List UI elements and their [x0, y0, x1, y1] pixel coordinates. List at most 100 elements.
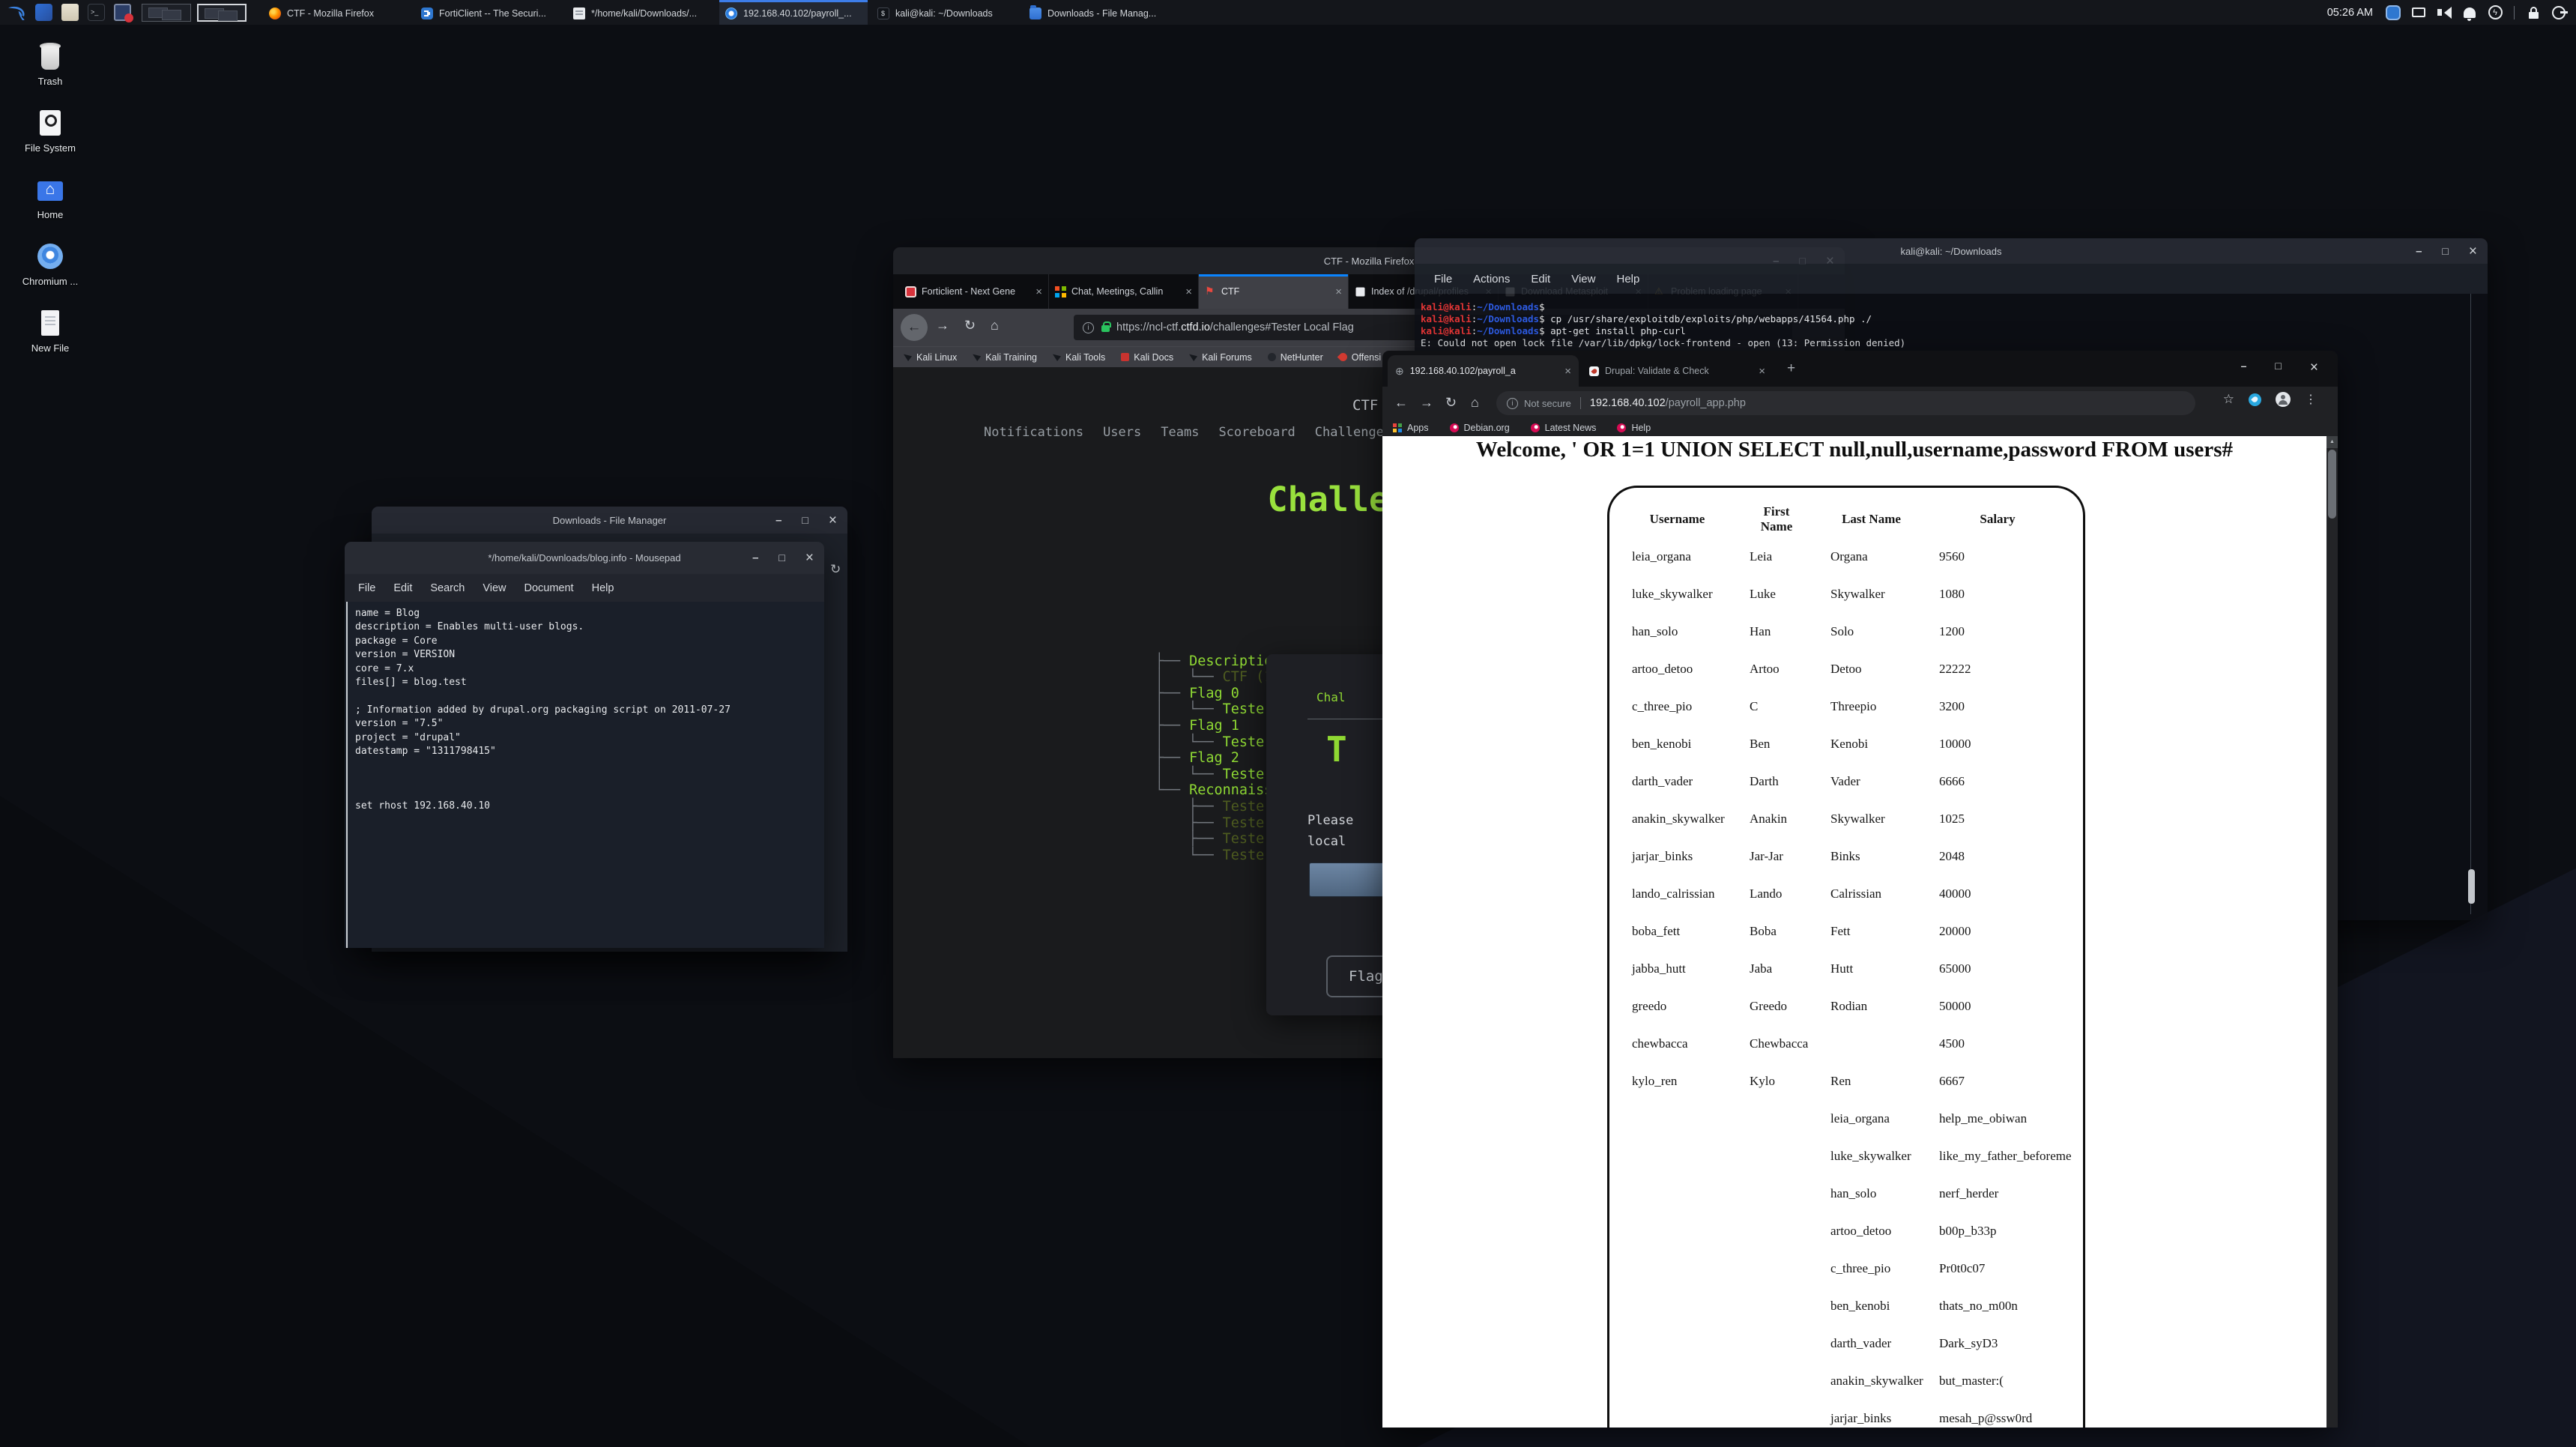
minimize-icon[interactable] [2241, 360, 2247, 376]
taskbar-window-button[interactable]: */home/kali/Downloads/... [567, 0, 716, 25]
app-grid-icon[interactable] [35, 4, 52, 21]
bookmark-item[interactable]: Kali Forums [1189, 352, 1252, 363]
workspace-preview-current[interactable] [197, 4, 247, 22]
taskbar-window-button[interactable]: Downloads - File Manag... [1024, 0, 1172, 25]
minimize-icon[interactable] [775, 515, 781, 526]
browser-tab[interactable]: Forticlient - Next Gene [899, 274, 1049, 309]
bookmark-star-icon[interactable] [2223, 392, 2234, 407]
bookmark-item[interactable]: Kali Docs [1121, 352, 1173, 363]
lock-screen-icon[interactable] [2524, 3, 2543, 22]
mousepad-titlebar[interactable]: */home/kali/Downloads/blog.info - Mousep… [345, 542, 824, 574]
forticlient-tray-icon[interactable] [2383, 3, 2403, 22]
minimize-icon[interactable] [752, 552, 758, 564]
power-manager-icon[interactable] [2485, 3, 2505, 22]
minimize-icon[interactable] [2416, 246, 2422, 257]
close-icon[interactable] [2469, 244, 2477, 259]
desktop-icon[interactable]: Trash [9, 42, 91, 87]
maximize-icon[interactable] [802, 515, 808, 526]
menu-item[interactable]: Actions [1473, 273, 1510, 286]
taskbar-window-button[interactable]: 192.168.40.102/payroll_... [719, 0, 868, 25]
reload-button[interactable] [1445, 395, 1457, 411]
menu-item[interactable]: File [358, 582, 375, 594]
menu-item[interactable]: Document [524, 582, 574, 594]
challenge-tree-item[interactable]: ├──Description [1055, 637, 1424, 653]
browser-tab[interactable]: CTF [1199, 274, 1349, 309]
menu-item[interactable]: Help [592, 582, 614, 594]
page-scrollbar-track[interactable] [2326, 436, 2338, 1428]
bookmark-item[interactable]: Kali Training [973, 352, 1037, 363]
desktop-icon[interactable]: Home [9, 175, 91, 220]
desktop-icon[interactable]: File System [9, 109, 91, 154]
menu-item[interactable]: View [483, 582, 506, 594]
menu-item[interactable]: Edit [393, 582, 412, 594]
site-brand[interactable]: CTF [1352, 397, 1378, 414]
taskbar-window-button[interactable]: FortiClient -- The Securi... [415, 0, 563, 25]
browser-tab[interactable]: Chat, Meetings, Callin [1049, 274, 1199, 309]
page-info-icon[interactable] [1507, 398, 1518, 409]
kali-menu-icon[interactable] [7, 2, 28, 22]
workspace-preview[interactable] [142, 4, 191, 22]
site-nav-link[interactable]: Scoreboard [1218, 425, 1295, 440]
file-manager-titlebar[interactable]: Downloads - File Manager [372, 507, 847, 534]
maximize-icon[interactable] [2442, 246, 2448, 257]
page-scrollbar-thumb[interactable] [2328, 450, 2336, 519]
bookmark-item[interactable]: NetHunter [1268, 352, 1323, 363]
back-button[interactable] [1394, 395, 1408, 411]
page-info-icon[interactable] [1083, 322, 1094, 333]
bookmark-item[interactable]: Help [1617, 423, 1651, 433]
home-button[interactable] [1471, 395, 1479, 411]
new-tab-icon[interactable] [1787, 360, 1795, 377]
desktop-icon[interactable]: Chromium ... [9, 242, 91, 287]
browser-menu-icon[interactable] [2305, 392, 2317, 407]
tab-close-icon[interactable] [1564, 365, 1571, 378]
display-icon[interactable] [2409, 3, 2428, 22]
text-editor-area[interactable]: name = Blogdescription = Enables multi-u… [345, 602, 824, 948]
challenge-label[interactable]: Flag 0 [1189, 686, 1239, 701]
bookmark-item[interactable]: Latest News [1531, 423, 1597, 433]
bookmark-item[interactable]: Debian.org [1450, 423, 1510, 433]
profile-avatar-icon[interactable] [2276, 392, 2291, 407]
menu-item[interactable]: Edit [1531, 273, 1550, 286]
close-icon[interactable] [805, 551, 814, 565]
close-icon[interactable] [2310, 360, 2318, 376]
modal-challenge-tab[interactable]: Chal [1316, 690, 1346, 704]
browser-tab[interactable]: 192.168.40.102/payroll_a [1388, 355, 1579, 387]
back-button[interactable] [901, 314, 928, 341]
forward-button[interactable] [1420, 395, 1433, 411]
forward-button[interactable] [936, 318, 949, 333]
terminal-scrollbar-thumb[interactable] [2468, 869, 2475, 904]
bookmark-item[interactable]: Apps [1393, 423, 1429, 433]
browser-tab[interactable]: Drupal: Validate & Check [1582, 355, 1773, 387]
taskbar-window-button[interactable]: kali@kali: ~/Downloads [871, 0, 1020, 25]
folder-launcher-icon[interactable] [61, 4, 79, 21]
site-nav-link[interactable]: Challenges [1315, 425, 1391, 440]
taskbar-window-button[interactable]: CTF - Mozilla Firefox [263, 0, 411, 25]
site-nav-link[interactable]: Users [1103, 425, 1141, 440]
display-launcher-icon[interactable] [114, 4, 131, 21]
close-icon[interactable] [829, 513, 837, 528]
scroll-up-icon[interactable] [2326, 436, 2338, 448]
volume-icon[interactable] [2434, 3, 2454, 22]
menu-item[interactable]: Help [1616, 273, 1639, 286]
reload-button[interactable] [964, 318, 976, 333]
site-nav-link[interactable]: Teams [1161, 425, 1199, 440]
terminal-scrollbar-track[interactable] [2470, 294, 2471, 914]
site-nav-link[interactable]: Notifications [984, 425, 1083, 440]
menu-item[interactable]: File [1434, 273, 1452, 286]
terminal-launcher-icon[interactable] [88, 4, 105, 21]
tab-close-icon[interactable] [1185, 286, 1192, 298]
drupal-extension-icon[interactable] [2249, 393, 2261, 406]
challenge-label[interactable]: Flag 1 [1189, 718, 1239, 734]
challenge-label[interactable]: Flag 2 [1189, 750, 1239, 766]
home-button[interactable] [991, 318, 999, 333]
terminal-titlebar[interactable]: kali@kali: ~/Downloads [1415, 238, 2488, 264]
menu-item[interactable]: View [1571, 273, 1595, 286]
tab-close-icon[interactable] [1035, 286, 1042, 298]
clock[interactable]: 05:26 AM [2327, 7, 2373, 19]
address-bar[interactable]: Not secure 192.168.40.102 /payroll_app.p… [1496, 391, 2195, 415]
bookmark-item[interactable]: Kali Tools [1053, 352, 1105, 363]
maximize-icon[interactable] [778, 552, 784, 564]
tab-close-icon[interactable] [1759, 365, 1765, 378]
notifications-bell-icon[interactable] [2460, 3, 2479, 22]
menu-item[interactable]: Search [430, 582, 465, 594]
